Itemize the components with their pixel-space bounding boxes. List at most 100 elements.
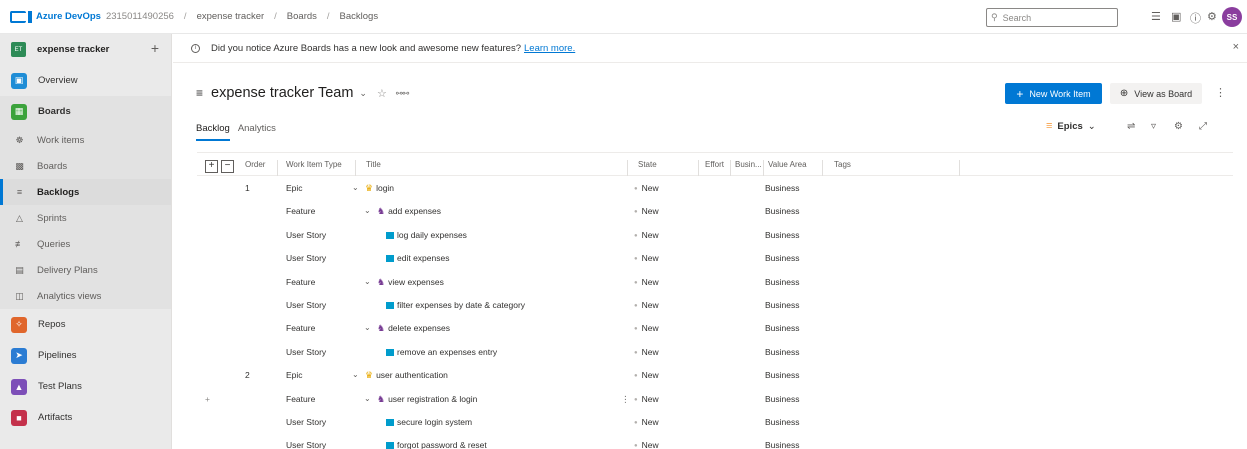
backlog-menu-icon[interactable]: ≡ xyxy=(196,86,203,100)
sidebar-item-queries[interactable]: ≢ Queries xyxy=(0,231,171,257)
row-title-cell[interactable]: log daily expenses xyxy=(386,230,467,240)
table-row[interactable]: User Story edit expenses New Business xyxy=(197,246,1233,269)
collapse-all-button[interactable]: − xyxy=(221,160,234,173)
backlog-level-selector[interactable]: ≡ Epics ⌄ xyxy=(1046,120,1096,132)
table-row[interactable]: User Story secure login system New Busin… xyxy=(197,410,1233,433)
sidebar-item-boards-hub[interactable]: ▦ Boards xyxy=(0,96,171,127)
learn-more-link[interactable]: Learn more. xyxy=(524,43,575,54)
table-row[interactable]: 1 Epic ⌄ ♛login New Business xyxy=(197,176,1233,199)
column-header-business-value[interactable]: Busin... xyxy=(735,160,762,169)
sidebar-item-work-items[interactable]: ☸ Work items xyxy=(0,127,171,153)
tab-analytics[interactable]: Analytics xyxy=(238,123,276,141)
chevron-down-icon[interactable]: ⌄ xyxy=(359,88,367,99)
settings-gear-icon[interactable]: ⚙ xyxy=(1174,121,1183,132)
sidebar-item-delivery-plans[interactable]: ▤ Delivery Plans xyxy=(0,257,171,283)
favorite-star-icon[interactable]: ☆ xyxy=(377,87,387,100)
chevron-down-icon[interactable]: ⌄ xyxy=(364,206,371,215)
chevron-down-icon[interactable]: ⌄ xyxy=(352,183,359,192)
add-icon[interactable]: + xyxy=(151,40,159,56)
sidebar-item-backlogs[interactable]: ≡ Backlogs xyxy=(0,179,171,205)
row-title[interactable]: edit expenses xyxy=(397,253,449,263)
sidebar-item-sprints[interactable]: △ Sprints xyxy=(0,205,171,231)
row-state[interactable]: New xyxy=(634,370,659,380)
column-header-tags[interactable]: Tags xyxy=(834,160,851,169)
sidebar-item-repos[interactable]: ✧ Repos xyxy=(0,309,171,340)
row-title-cell[interactable]: ♛ login xyxy=(365,183,394,194)
column-header-order[interactable]: Order xyxy=(245,160,265,169)
row-title[interactable]: delete expenses xyxy=(388,323,450,333)
sidebar-item-artifacts[interactable]: ■ Artifacts xyxy=(0,402,171,433)
row-title-cell[interactable]: ♞ delete expenses xyxy=(377,323,450,334)
table-row[interactable]: 2 Epic ⌄ ♛user authentication New Busine… xyxy=(197,363,1233,386)
row-title[interactable]: user registration & login xyxy=(388,394,477,404)
view-as-board-button[interactable]: ⊕ View as Board xyxy=(1110,83,1202,104)
user-settings-icon[interactable]: ⚙ xyxy=(1207,10,1217,23)
breadcrumb-backlogs[interactable]: Backlogs xyxy=(340,11,379,22)
table-row[interactable]: Feature ⌄ ♞add expenses New Business xyxy=(197,199,1233,222)
row-title-cell[interactable]: secure login system xyxy=(386,417,472,427)
close-icon[interactable]: × xyxy=(1233,41,1239,53)
table-row[interactable]: User Story log daily expenses New Busine… xyxy=(197,223,1233,246)
row-title-cell[interactable]: ♛ user authentication xyxy=(365,370,448,381)
column-header-title[interactable]: Title xyxy=(366,160,381,169)
add-child-icon[interactable]: + xyxy=(205,394,210,404)
row-state[interactable]: New xyxy=(634,253,659,263)
view-options-icon[interactable]: ⇌ xyxy=(1127,121,1135,132)
column-header-type[interactable]: Work Item Type xyxy=(286,160,342,169)
brand-link[interactable]: Azure DevOps xyxy=(36,11,101,22)
chevron-down-icon[interactable]: ⌄ xyxy=(364,277,371,286)
row-state[interactable]: New xyxy=(634,230,659,240)
table-row[interactable]: Feature ⌄ ♞view expenses New Business xyxy=(197,270,1233,293)
sidebar-item-test-plans[interactable]: ▲ Test Plans xyxy=(0,371,171,402)
row-title[interactable]: filter expenses by date & category xyxy=(397,300,525,310)
help-icon[interactable]: ⓘ xyxy=(1190,10,1201,26)
marketplace-bag-icon[interactable]: ▣ xyxy=(1171,10,1181,23)
org-name[interactable]: 2315011490256 xyxy=(106,11,174,22)
row-state[interactable]: New xyxy=(634,394,659,404)
chevron-down-icon[interactable]: ⌄ xyxy=(364,323,371,332)
row-title-cell[interactable]: filter expenses by date & category xyxy=(386,300,525,310)
column-header-state[interactable]: State xyxy=(638,160,657,169)
breadcrumb-project[interactable]: expense tracker xyxy=(197,11,265,22)
expand-all-button[interactable]: + xyxy=(205,160,218,173)
table-row[interactable]: User Story remove an expenses entry New … xyxy=(197,340,1233,363)
row-state[interactable]: New xyxy=(634,323,659,333)
row-title-cell[interactable]: ♞ user registration & login xyxy=(377,394,477,405)
row-title[interactable]: add expenses xyxy=(388,206,441,216)
row-title-cell[interactable]: ♞ view expenses xyxy=(377,277,444,288)
row-state[interactable]: New xyxy=(634,440,659,449)
row-title-cell[interactable]: remove an expenses entry xyxy=(386,347,497,357)
project-header[interactable]: ET expense tracker + xyxy=(0,34,171,65)
row-title[interactable]: log daily expenses xyxy=(397,230,467,240)
avatar[interactable]: SS xyxy=(1222,7,1242,27)
azure-devops-logo-icon[interactable] xyxy=(10,10,32,23)
row-title[interactable]: view expenses xyxy=(388,277,444,287)
row-state[interactable]: New xyxy=(634,277,659,287)
table-row[interactable]: User Story filter expenses by date & cat… xyxy=(197,293,1233,316)
sidebar-item-pipelines[interactable]: ➤ Pipelines xyxy=(0,340,171,371)
team-members-icon[interactable]: ⚯⚯ xyxy=(396,89,409,98)
column-header-value-area[interactable]: Value Area xyxy=(768,160,807,169)
row-title[interactable]: secure login system xyxy=(397,417,472,427)
row-title-cell[interactable]: edit expenses xyxy=(386,253,449,263)
sidebar-item-analytics-views[interactable]: ◫ Analytics views xyxy=(0,283,171,309)
row-title[interactable]: remove an expenses entry xyxy=(397,347,497,357)
row-state[interactable]: New xyxy=(634,300,659,310)
table-row[interactable]: Feature ⌄ ♞delete expenses New Business xyxy=(197,316,1233,339)
team-title[interactable]: expense tracker Team xyxy=(211,85,353,101)
row-title[interactable]: forgot password & reset xyxy=(397,440,487,449)
more-actions-icon[interactable]: ⋮ xyxy=(1215,86,1226,99)
breadcrumb-boards[interactable]: Boards xyxy=(287,11,317,22)
chevron-down-icon[interactable]: ⌄ xyxy=(364,394,371,403)
row-title-cell[interactable]: ♞ add expenses xyxy=(377,206,441,217)
row-state[interactable]: New xyxy=(634,417,659,427)
task-list-icon[interactable]: ☰ xyxy=(1151,10,1161,23)
row-state[interactable]: New xyxy=(634,206,659,216)
row-more-actions-icon[interactable]: ⋮ xyxy=(621,394,630,405)
new-work-item-button[interactable]: + New Work Item xyxy=(1005,83,1102,104)
row-title-cell[interactable]: forgot password & reset xyxy=(386,440,487,449)
search-input[interactable]: ⚲ Search xyxy=(986,8,1118,27)
tab-backlog[interactable]: Backlog xyxy=(196,123,230,141)
row-state[interactable]: New xyxy=(634,183,659,193)
sidebar-item-boards[interactable]: ▩ Boards xyxy=(0,153,171,179)
